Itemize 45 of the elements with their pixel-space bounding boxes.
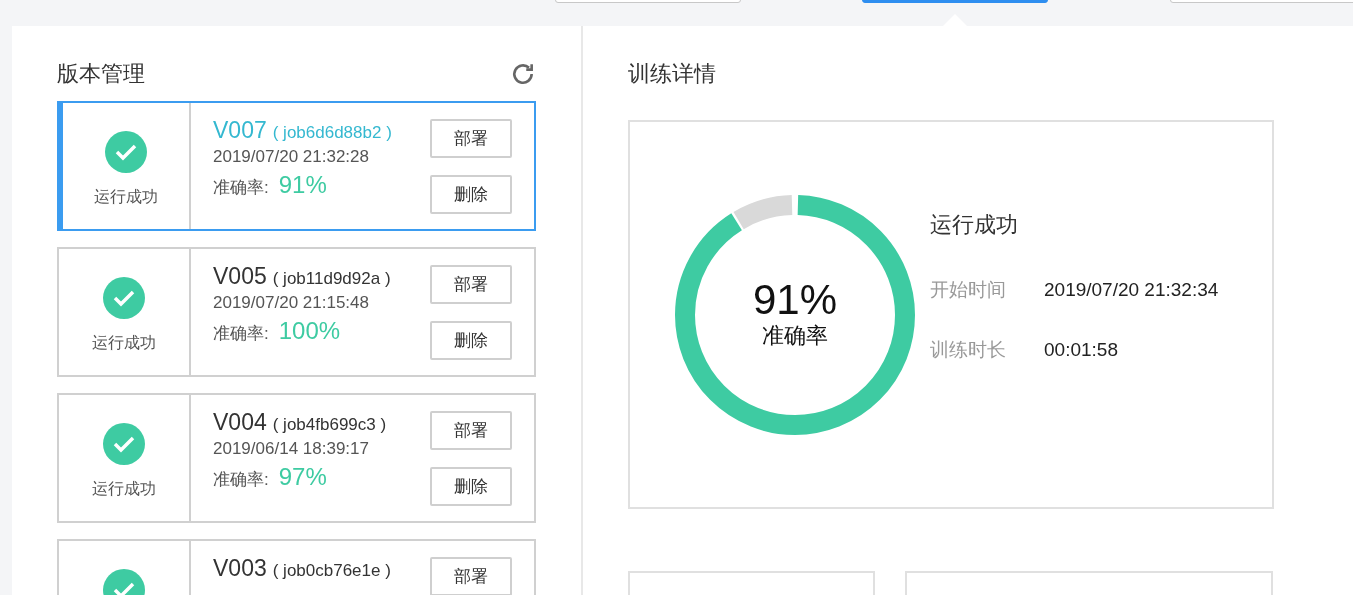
- donut-remainder: [734, 194, 793, 229]
- field-value: 2019/07/20 21:32:34: [1044, 278, 1219, 301]
- field-label: 开始时间: [930, 277, 1007, 302]
- field-label: 训练时长: [930, 337, 1007, 362]
- version-card[interactable]: 运行成功 V005 ( job11d9d92a ) 2019/07/20 21:15:48 准确率: 100% 部署 删除: [57, 247, 536, 377]
- deploy-button[interactable]: 部署: [430, 411, 512, 450]
- accuracy-label: 准确率:: [213, 469, 269, 491]
- accuracy-label: 准确率:: [213, 177, 269, 199]
- deploy-button[interactable]: 部署: [430, 557, 512, 595]
- version-card[interactable]: 运行成功 V007 ( job6d6d88b2 ) 2019/07/20 21:32:28 准确率: 91% 部署 删除: [57, 101, 536, 231]
- status-label: 运行成功: [92, 479, 156, 499]
- success-check-icon: [103, 423, 145, 465]
- status-label: 运行成功: [94, 187, 158, 207]
- accuracy-caption: 准确率: [762, 321, 828, 350]
- delete-button[interactable]: 删除: [430, 467, 512, 506]
- status-label: 运行成功: [92, 333, 156, 353]
- version-time: 2019/06/14 18:39:17: [213, 439, 370, 459]
- accuracy-label: 准确率:: [213, 323, 269, 345]
- version-time: 2019/07/20 21:15:48: [213, 293, 370, 313]
- version-name: V003: [213, 555, 267, 582]
- delete-button[interactable]: 删除: [430, 321, 512, 360]
- delete-button[interactable]: 删除: [430, 175, 512, 214]
- run-status: 运行成功: [930, 210, 1019, 239]
- version-card[interactable]: 运行成功 V004 ( job4fb699c3 ) 2019/06/14 18:39:17 准确率: 97% 部署 删除: [57, 393, 536, 523]
- accuracy-value: 100%: [278, 317, 341, 345]
- deploy-button[interactable]: 部署: [430, 265, 512, 304]
- version-name: V005: [213, 263, 267, 290]
- accuracy-percent: 91%: [752, 278, 838, 321]
- accuracy-value: 97%: [278, 463, 327, 491]
- version-name: V007: [213, 117, 267, 144]
- refresh-icon[interactable]: [510, 61, 536, 87]
- success-check-icon: [105, 131, 147, 173]
- version-name: V004: [213, 409, 267, 436]
- version-time: 2019/07/20 21:32:28: [213, 147, 370, 167]
- deploy-button[interactable]: 部署: [430, 119, 512, 158]
- success-check-icon: [103, 277, 145, 319]
- version-card[interactable]: V003 ( job0cb76e1e ) 部署: [57, 539, 536, 595]
- panel-title: 训练详情: [628, 60, 716, 88]
- accuracy-value: 91%: [278, 171, 327, 199]
- panel-title: 版本管理: [57, 60, 145, 88]
- field-value: 00:01:58: [1044, 338, 1118, 361]
- job-id: ( job6d6d88b2 ): [272, 123, 392, 143]
- job-id: ( job11d9d92a ): [272, 269, 391, 289]
- job-id: ( job4fb699c3 ): [272, 415, 387, 435]
- job-id: ( job0cb76e1e ): [272, 561, 391, 581]
